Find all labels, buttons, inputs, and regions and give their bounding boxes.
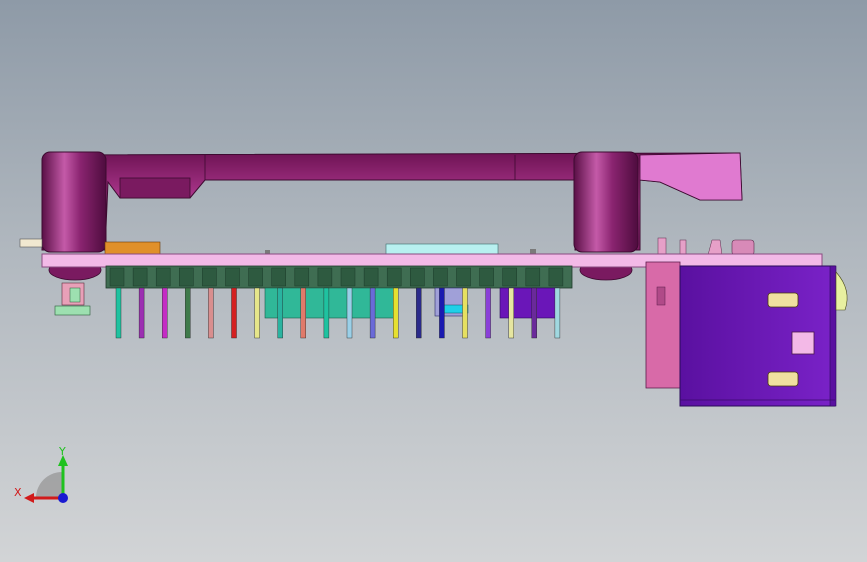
header-pin [531, 287, 537, 339]
header-pin [508, 287, 514, 339]
header-slot [225, 267, 240, 287]
header-slot [433, 267, 448, 287]
header-pin [369, 287, 376, 339]
header-pin [439, 287, 445, 339]
header-pin [208, 287, 214, 339]
header-pin [346, 287, 353, 339]
header-pin [323, 287, 330, 339]
right-standoff [573, 151, 639, 253]
y-axis-label: Y [58, 445, 66, 458]
x-axis-label: X [14, 486, 22, 499]
header-slot [363, 267, 379, 287]
header-pin [416, 287, 422, 339]
header-pin [254, 287, 260, 339]
header-pin [393, 287, 399, 339]
left-standoff [41, 151, 107, 253]
header-slot [271, 267, 286, 287]
under-header-components [264, 287, 559, 319]
header-slot [179, 267, 194, 287]
header-slot [155, 267, 171, 287]
header-slot [386, 267, 402, 287]
usb-connector[interactable] [645, 261, 848, 407]
cad-model-scene[interactable]: Y X [0, 0, 867, 562]
header-slot [548, 267, 564, 287]
pcb-board[interactable] [41, 253, 823, 268]
header-slot [109, 267, 125, 287]
pcb-top-components [265, 237, 755, 256]
header-pin [231, 287, 237, 339]
header-pin [300, 287, 306, 339]
header-slot [525, 267, 541, 287]
coordinate-triad-icon: Y X [14, 445, 68, 503]
cad-viewport[interactable]: Y X [0, 0, 867, 562]
header-pin [485, 287, 491, 339]
header-pin [277, 287, 283, 339]
header-slot [479, 267, 494, 287]
header-slot [410, 267, 425, 287]
header-pin [554, 287, 561, 339]
header-slot [202, 267, 217, 287]
header-slot [456, 267, 471, 287]
header-pin [161, 287, 168, 339]
header-pin [115, 287, 122, 339]
header-pin [138, 287, 145, 339]
header-pin [185, 287, 191, 339]
header-slot [294, 267, 310, 287]
header-pin [462, 287, 468, 339]
header-slot [502, 267, 517, 287]
pin-header[interactable] [105, 265, 573, 289]
header-slot [317, 267, 333, 287]
header-slot [340, 267, 356, 287]
header-slot [248, 267, 263, 287]
header-slot [132, 267, 148, 287]
